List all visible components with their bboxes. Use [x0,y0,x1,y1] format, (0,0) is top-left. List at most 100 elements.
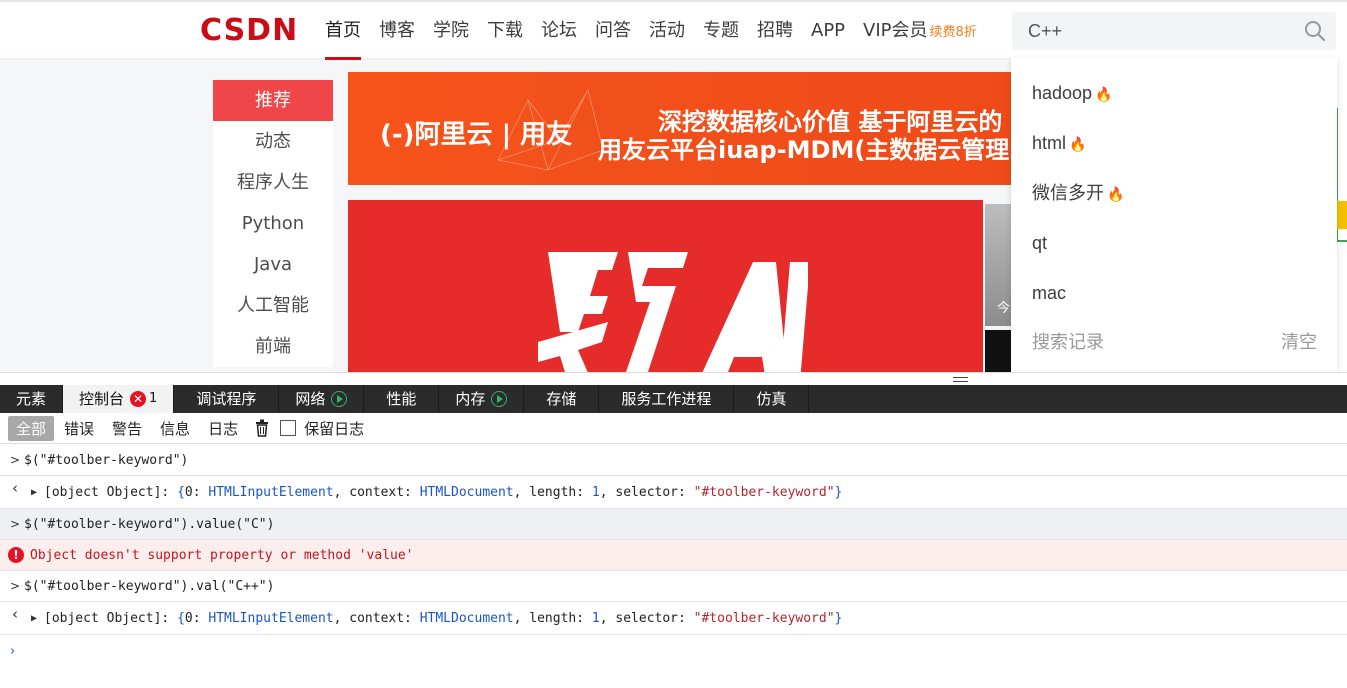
console-command: $("#toolber-keyword").value("C") [24,517,275,532]
console-prompt[interactable]: › [0,635,1347,669]
search-icon[interactable] [1304,20,1326,42]
trash-icon[interactable] [254,419,270,437]
nav-qa[interactable]: 问答 [586,2,640,60]
output-chevron-icon: ‹ [12,605,18,623]
preserve-log-label: 保留日志 [304,419,365,438]
console-filter-bar: 全部 错误 警告 信息 日志 保留日志 [0,413,1347,444]
nav-forum[interactable]: 论坛 [532,2,586,60]
right-sidebar-edge [1336,58,1347,372]
devtools-tabbar: 元素 控制台 ✕ 1 调试程序 网络 性能 内存 存储 服务工作进程 仿真 [0,385,1347,413]
filter-errors[interactable]: 错误 [56,416,102,441]
tab-network-label: 网络 [295,390,326,408]
suggestion-label: html [1032,133,1067,153]
console-result-line[interactable]: ‹ ▶ [object Object]: {0: HTMLInputElement… [0,602,1347,635]
suggestion-hadoop[interactable]: hadoop 🔥 [1011,68,1337,118]
suggestion-label: hadoop [1032,83,1093,103]
error-icon: ! [8,547,24,563]
csdn-page: CSDN 首页 博客 学院 下载 论坛 问答 活动 专题 招聘 APP VIP会… [0,0,1347,372]
vip-discount-badge: 续费8折 [929,25,977,40]
input-chevron-icon: > [10,517,21,531]
tab-console[interactable]: 控制台 ✕ 1 [63,385,175,413]
category-item-java[interactable]: Java [213,244,333,285]
filter-logs[interactable]: 日志 [200,416,246,441]
suggestion-qt[interactable]: qt [1011,218,1337,268]
devtools-resize-handle[interactable] [0,372,1347,385]
nav-download[interactable]: 下载 [478,2,532,60]
tab-performance[interactable]: 性能 [364,385,440,413]
prompt-chevron-icon: › [10,644,16,659]
fire-icon: 🔥 [1107,186,1125,202]
nav-blog[interactable]: 博客 [370,2,424,60]
logo-text: CSDN [200,13,299,48]
tab-elements[interactable]: 元素 [0,385,64,413]
result-prefix: [object Object]: [44,611,178,626]
csdn-logo[interactable]: CSDN [200,14,298,48]
console-result-line[interactable]: ‹ ▶ [object Object]: {0: HTMLInputElement… [0,476,1347,509]
tab-memory-label: 内存 [455,390,486,408]
ai-banner-artwork [538,252,808,372]
recording-play-icon [331,391,348,407]
category-item-recommend[interactable]: 推荐 [213,80,333,121]
tab-console-label: 控制台 [79,390,125,408]
aliyun-yonyou-logo: (-)阿里云 | 用友 [380,120,573,150]
nav-app[interactable]: APP [802,2,854,60]
console-input-line: > $("#toolber-keyword") [0,445,1347,476]
category-item-python[interactable]: Python [213,203,333,244]
search-history-label: 搜索记录 [1032,332,1104,353]
nav-vip-label: VIP会员 [863,20,928,41]
tab-debugger[interactable]: 调试程序 [174,385,280,413]
top-navbar: CSDN 首页 博客 学院 下载 论坛 问答 活动 专题 招聘 APP VIP会… [0,0,1347,60]
nav-home[interactable]: 首页 [316,2,370,60]
nav-academy[interactable]: 学院 [424,2,478,60]
ad-banner-aliyun[interactable]: (-)阿里云 | 用友 深挖数据核心价值 基于阿里云的 用友云平台iuap-MD… [348,72,1038,185]
nav-vip[interactable]: VIP会员 续费8折 [854,2,986,60]
suggestion-label: 微信多开 [1032,183,1104,203]
ad-banner-ai[interactable] [348,200,983,372]
suggestion-label: mac [1032,283,1067,303]
recording-play-icon [491,391,508,407]
suggestion-wechat-multi[interactable]: 微信多开 🔥 [1011,168,1337,218]
console-input-line: > $("#toolber-keyword").val("C++") [0,571,1347,602]
search-suggestion-dropdown: hadoop 🔥 html 🔥 微信多开 🔥 qt mac 搜索记录 清空 [1011,58,1337,372]
category-item-programmer-life[interactable]: 程序人生 [213,162,333,203]
fire-icon: 🔥 [1095,86,1113,102]
console-output: > $("#toolber-keyword") ‹ ▶ [object Object… [0,445,1347,688]
nav-jobs[interactable]: 招聘 [748,2,802,60]
console-command: $("#toolber-keyword").val("C++") [24,579,275,594]
tab-storage[interactable]: 存储 [524,385,600,413]
main-nav: 首页 博客 学院 下载 论坛 问答 活动 专题 招聘 APP VIP会员 续费8折 [316,2,986,60]
tab-service-workers[interactable]: 服务工作进程 [599,385,735,413]
suggestion-html[interactable]: html 🔥 [1011,118,1337,168]
console-input-line: > $("#toolber-keyword").value("C") [0,509,1347,540]
filter-all[interactable]: 全部 [8,415,55,441]
error-icon: ✕ [130,391,147,407]
console-error-line: ! Object doesn't support property or meth… [0,540,1347,571]
suggestion-mac[interactable]: mac [1011,268,1337,318]
expand-arrow-icon[interactable]: ▶ [31,476,37,509]
tab-network[interactable]: 网络 [279,385,365,413]
grip-icon [953,377,968,382]
category-menu: 推荐 动态 程序人生 Python Java 人工智能 前端 [213,80,333,367]
error-message: Object doesn't support property or metho… [30,548,414,563]
filter-info[interactable]: 信息 [152,416,198,441]
category-item-frontend[interactable]: 前端 [213,326,333,367]
banner-headline-2: 用友云平台iuap-MDM(主数据云管理 [598,136,1010,164]
console-command: $("#toolber-keyword") [24,453,189,468]
search-history-row: 搜索记录 清空 [1011,318,1337,368]
category-item-feed[interactable]: 动态 [213,121,333,162]
filter-warnings[interactable]: 警告 [104,416,150,441]
expand-arrow-icon[interactable]: ▶ [31,602,37,635]
thumb-caption: 今 [997,301,1011,316]
tab-emulation[interactable]: 仿真 [734,385,810,413]
search-box [1012,12,1336,50]
preserve-log-checkbox[interactable] [280,420,297,436]
search-input[interactable] [1012,12,1292,50]
category-item-ai[interactable]: 人工智能 [213,285,333,326]
error-count: 1 [149,391,158,406]
suggestion-label: qt [1032,233,1048,253]
nav-events[interactable]: 活动 [640,2,694,60]
result-prefix: [object Object]: [44,485,178,500]
tab-memory[interactable]: 内存 [439,385,525,413]
nav-topics[interactable]: 专题 [694,2,748,60]
clear-history-button[interactable]: 清空 [1281,318,1317,368]
